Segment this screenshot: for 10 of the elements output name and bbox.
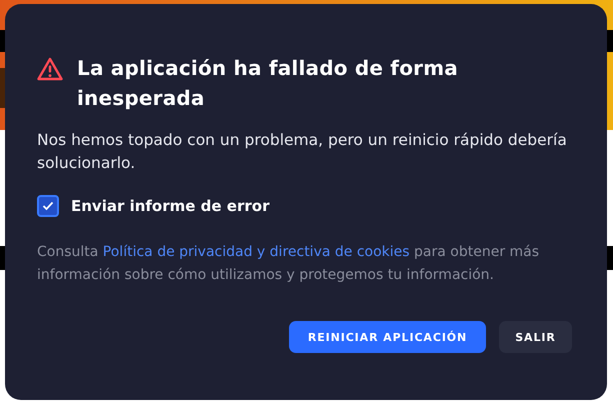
dialog-message: Nos hemos topado con un problema, pero un reinicio rápido debería solucionarlo. [37,130,568,174]
dialog-title: La aplicación ha fallado de forma inesperada [77,55,459,112]
restart-button[interactable]: REINICIAR APLICACIÓN [289,321,486,353]
privacy-link[interactable]: Política de privacidad y directiva de cookies [102,244,410,260]
check-icon [42,201,54,211]
exit-button[interactable]: SALIR [499,321,572,353]
checkbox[interactable] [37,195,59,217]
warning-icon [37,57,63,81]
checkbox-label: Enviar informe de error [71,197,270,215]
legal-text: Consulta Política de privacidad y directiva de cookies para obtener más información sobre cómo utilizamos y protegemos tu información. [37,243,540,285]
